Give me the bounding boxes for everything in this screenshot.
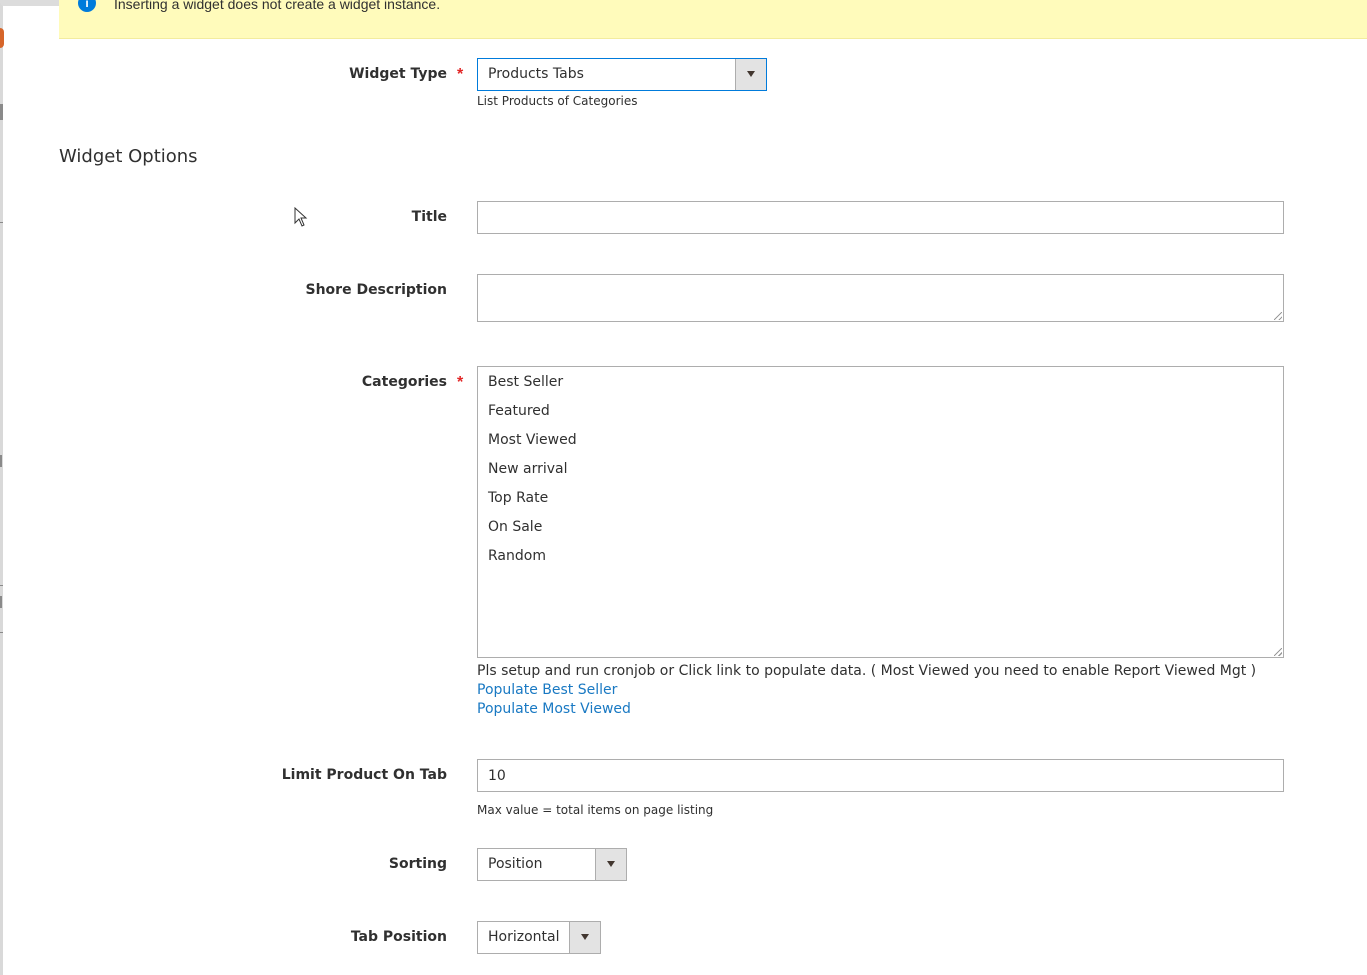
backdrop-logo-fragment xyxy=(0,28,4,48)
chevron-down-icon[interactable] xyxy=(595,849,626,880)
chevron-down-icon[interactable] xyxy=(569,922,600,953)
categories-label: Categories xyxy=(361,374,447,390)
tab-position-value: Horizontal xyxy=(488,929,560,945)
backdrop-divider xyxy=(0,632,3,633)
section-title: Widget Options xyxy=(59,146,198,167)
categories-help-text: Pls setup and run cronjob or Click link … xyxy=(477,663,1257,679)
resize-grip-icon[interactable] xyxy=(1274,312,1282,320)
populate-most-viewed-link[interactable]: Populate Most Viewed xyxy=(477,701,631,717)
backdrop-divider xyxy=(0,585,3,586)
limit-note: Max value = total items on page listing xyxy=(477,803,714,817)
chevron-down-icon[interactable] xyxy=(735,59,766,90)
backdrop-divider xyxy=(0,222,3,223)
categories-multiselect[interactable]: Best Seller Featured Most Viewed New arr… xyxy=(477,366,1284,658)
sorting-label: Sorting xyxy=(388,856,447,872)
notice-message: i Inserting a widget does not create a w… xyxy=(59,0,1367,39)
widget-type-note: List Products of Categories xyxy=(477,94,638,108)
widget-type-value: Products Tabs xyxy=(488,66,584,82)
backdrop-menu-fragment xyxy=(0,104,3,120)
backdrop-text-fragment xyxy=(0,596,2,608)
tab-position-select[interactable]: Horizontal xyxy=(477,921,601,954)
sorting-value: Position xyxy=(488,856,543,872)
widget-type-label: Widget Type xyxy=(349,66,447,82)
category-option[interactable]: Best Seller xyxy=(488,374,563,390)
title-input[interactable] xyxy=(477,201,1284,234)
required-mark: * xyxy=(457,66,464,83)
required-mark: * xyxy=(457,374,464,391)
short-description-label: Shore Description xyxy=(305,282,448,298)
category-option[interactable]: Featured xyxy=(488,403,550,419)
backdrop-edge xyxy=(0,0,3,975)
notice-text: Inserting a widget does not create a wid… xyxy=(114,0,441,12)
category-option[interactable]: Top Rate xyxy=(488,490,548,506)
info-icon: i xyxy=(78,0,96,12)
resize-grip-icon[interactable] xyxy=(1274,648,1282,656)
tab-position-label: Tab Position xyxy=(350,929,447,945)
limit-input[interactable] xyxy=(477,759,1284,792)
short-description-textarea[interactable] xyxy=(477,274,1284,322)
widget-type-select[interactable]: Products Tabs xyxy=(477,58,767,91)
mouse-cursor-icon xyxy=(294,207,308,227)
category-option[interactable]: New arrival xyxy=(488,461,567,477)
category-option[interactable]: On Sale xyxy=(488,519,542,535)
title-label: Title xyxy=(411,209,447,225)
widget-insert-modal: i Inserting a widget does not create a w… xyxy=(0,0,1367,975)
category-option[interactable]: Random xyxy=(488,548,546,564)
sorting-select[interactable]: Position xyxy=(477,848,627,881)
backdrop-text-fragment xyxy=(0,455,2,467)
populate-best-seller-link[interactable]: Populate Best Seller xyxy=(477,682,617,698)
category-option[interactable]: Most Viewed xyxy=(488,432,577,448)
limit-label: Limit Product On Tab xyxy=(281,767,447,783)
